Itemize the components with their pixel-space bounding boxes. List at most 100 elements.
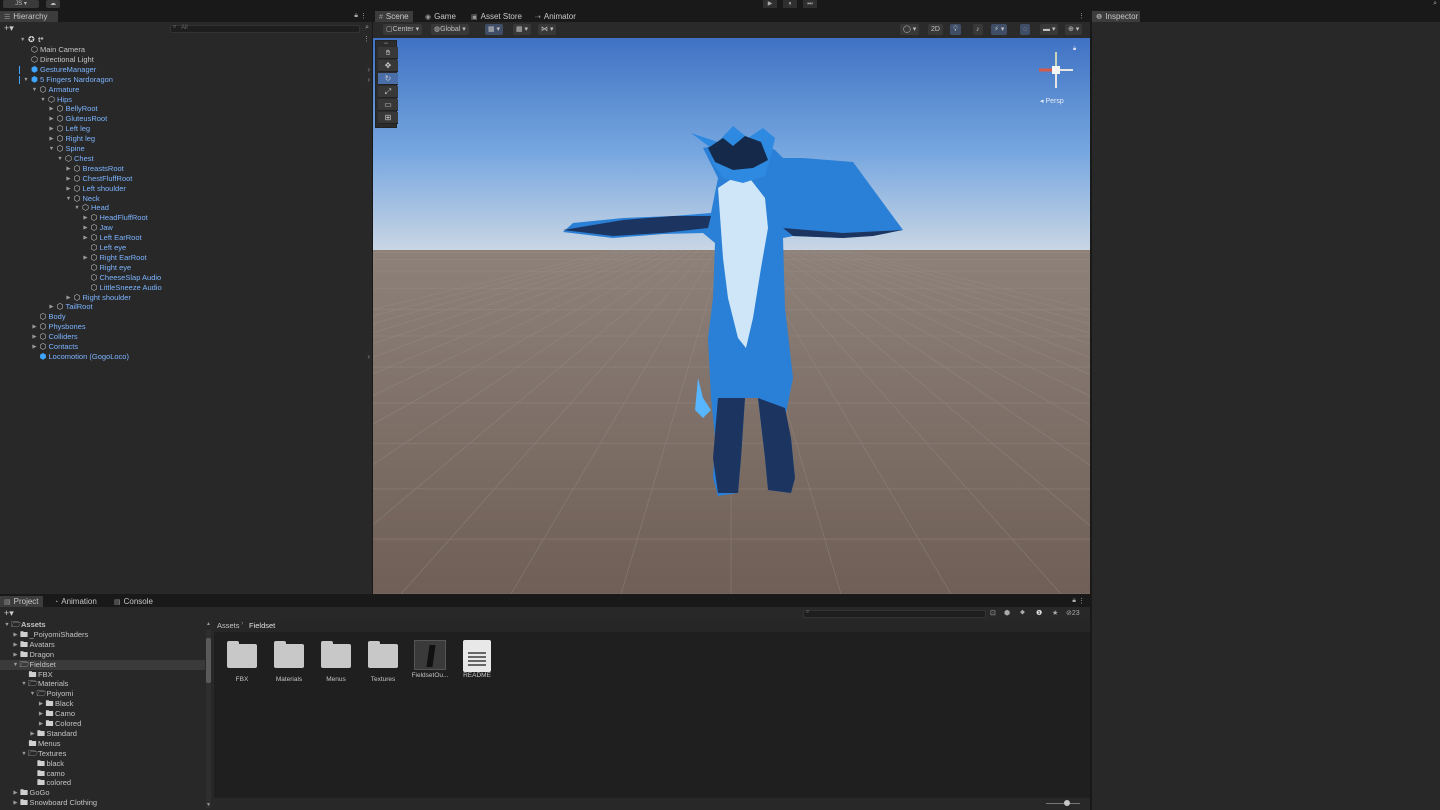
pivot-global-dropdown[interactable]: ◍Global ▾	[431, 24, 469, 35]
folder-tree-item[interactable]: ▶ 🖿︎ Colored	[0, 719, 205, 729]
collapse-arrow-icon[interactable]: ▼	[48, 144, 56, 154]
expand-arrow-icon[interactable]: ▶	[31, 332, 39, 342]
hierarchy-item[interactable]: ⬡ LittleSneeze Audio	[0, 283, 372, 293]
folder-tree-item[interactable]: 🖿︎ Menus	[0, 739, 205, 749]
rect-tool-icon[interactable]: ▭	[378, 99, 398, 111]
tree-scrollbar[interactable]	[206, 630, 211, 808]
visibility-toggle-icon[interactable]: ◌	[1020, 24, 1031, 35]
asset-text[interactable]: README	[457, 640, 497, 679]
tab-animation[interactable]: ◔ Animation	[50, 596, 101, 607]
expand-arrow-icon[interactable]: ▶	[12, 788, 20, 798]
collapse-arrow-icon[interactable]: ▼	[29, 689, 37, 699]
expand-arrow-icon[interactable]: ▶	[12, 650, 20, 660]
scroll-up-icon[interactable]: ▲	[206, 621, 211, 627]
persp-label[interactable]: ◂ Persp	[1040, 97, 1064, 105]
hierarchy-item[interactable]: ▶ ⬡ Colliders	[0, 332, 372, 342]
expand-arrow-icon[interactable]: ▶	[48, 302, 56, 312]
collapse-arrow-icon[interactable]: ▼	[56, 154, 64, 164]
folder-tree-item[interactable]: ▶ 🖿︎ Avatars	[0, 640, 205, 650]
folder-tree-item[interactable]: ▶ 🖿︎ Black	[0, 699, 205, 709]
audio-toggle-icon[interactable]: ♪	[973, 24, 983, 35]
hierarchy-item[interactable]: ▼ ⬡ Spine	[0, 144, 372, 154]
add-object-button[interactable]: +▾	[4, 23, 14, 34]
folder-tree-item[interactable]: ▼🗁︎Poiyomi	[0, 689, 205, 699]
drag-handle[interactable]: ═	[376, 41, 396, 47]
hierarchy-item[interactable]: ▶ ⬡ Contacts	[0, 342, 372, 352]
lighting-toggle-icon[interactable]: 💡︎	[950, 24, 961, 35]
transform-tool-icon[interactable]: ⊞	[378, 112, 398, 124]
increment-snap-button[interactable]: ⋈ ▾	[538, 24, 557, 35]
snap-settings-button[interactable]: ▦ ▾	[513, 24, 532, 35]
hierarchy-item[interactable]: ▼ ⬢ 5 Fingers Nardoragon ›	[0, 75, 372, 85]
tab-project[interactable]: ▤ Project	[0, 596, 43, 607]
expand-arrow-icon[interactable]: ▶	[48, 104, 56, 114]
hierarchy-item[interactable]: ▶ ⬡ GluteusRoot	[0, 114, 372, 124]
rotate-tool-icon[interactable]: ↻	[378, 73, 398, 85]
prefab-open-chevron-icon[interactable]: ›	[367, 352, 370, 362]
folder-tree-item[interactable]: ▼🗁︎Textures	[0, 749, 205, 759]
hand-tool-icon[interactable]: ✋︎	[378, 47, 398, 59]
hierarchy-item[interactable]: ▶ ⬡ HeadFluffRoot	[0, 213, 372, 223]
folder-tree-item[interactable]: 🖿︎ camo	[0, 769, 205, 779]
scene-viewport[interactable]: ◂ Persp 🔒︎ ═ ✋︎ ✥ ↻ ⤢ ▭ ⊞	[373, 38, 1090, 594]
collapse-arrow-icon[interactable]: ▼	[3, 620, 11, 630]
asset-folder[interactable]: Menus	[316, 640, 356, 683]
scene-root-row[interactable]: ▼ ✪ t*	[0, 35, 372, 45]
toggle-2d-button[interactable]: 2D	[928, 24, 943, 35]
collapse-arrow-icon[interactable]: ▼	[22, 75, 30, 85]
folder-tree-item[interactable]: 🖿︎ colored	[0, 778, 205, 788]
collapse-arrow-icon[interactable]: ▼	[65, 194, 73, 204]
hierarchy-search-input[interactable]: ⌕ All	[170, 24, 360, 33]
folder-tree-item[interactable]: ▶ 🖿︎ _PoiyomiShaders	[0, 630, 205, 640]
expand-arrow-icon[interactable]: ▶	[12, 640, 20, 650]
search-by-label-icon[interactable]: ⬢	[1004, 609, 1010, 617]
hierarchy-item[interactable]: ▶ ⬡ Right shoulder	[0, 293, 372, 303]
hierarchy-item[interactable]: ▶ ⬡ Left shoulder	[0, 184, 372, 194]
asset-folder[interactable]: Textures	[363, 640, 403, 683]
cloud-icon[interactable]: ☁	[46, 0, 60, 8]
expand-arrow-icon[interactable]: ▶	[37, 699, 45, 709]
camera-settings-dropdown[interactable]: ▬ ▾	[1040, 24, 1059, 35]
hierarchy-item[interactable]: ⬢ Locomotion (GogoLoco) ›	[0, 352, 372, 362]
tab-asset-store[interactable]: ▣ Asset Store	[467, 11, 526, 22]
asset-prefab[interactable]: FieldsetOu...	[410, 640, 450, 679]
folder-tree-item[interactable]: ▶ 🖿︎ Camo	[0, 709, 205, 719]
collapse-arrow-icon[interactable]: ▼	[73, 203, 81, 213]
folder-tree-item[interactable]: ▼🗁︎Fieldset	[0, 659, 205, 670]
effects-dropdown[interactable]: ⚡︎ ▾	[991, 24, 1008, 35]
hierarchy-item[interactable]: ▼ ⬡ Armature	[0, 85, 372, 95]
breadcrumb-assets[interactable]: Assets	[217, 621, 240, 630]
more-icon[interactable]: ⋮	[1078, 12, 1085, 20]
tab-console[interactable]: ▤ Console	[110, 596, 157, 607]
expand-arrow-icon[interactable]: ▶	[12, 798, 20, 808]
expand-arrow-icon[interactable]: ▶	[48, 114, 56, 124]
hidden-packages-icon[interactable]: ⊘23	[1066, 609, 1080, 617]
zoom-slider-track[interactable]	[1046, 803, 1080, 804]
expand-arrow-icon[interactable]: ▶	[82, 223, 90, 233]
hierarchy-item[interactable]: ▶ ⬡ Physbones	[0, 322, 372, 332]
collapse-arrow-icon[interactable]: ▼	[31, 85, 39, 95]
account-button[interactable]: JS ▾	[3, 0, 39, 8]
more-icon[interactable]: ⋮	[1078, 597, 1085, 605]
breadcrumb-fieldset[interactable]: Fieldset	[249, 621, 275, 630]
tab-animator[interactable]: ⇢ Animator	[531, 11, 580, 22]
expand-arrow-icon[interactable]: ▶	[29, 729, 37, 739]
hierarchy-item[interactable]: ⬡ Right eye	[0, 263, 372, 273]
expand-arrow-icon[interactable]: ▶	[65, 293, 73, 303]
expand-arrow-icon[interactable]: ▶	[82, 213, 90, 223]
expand-arrow-icon[interactable]: ▶	[31, 342, 39, 352]
pivot-center-dropdown[interactable]: ▢Center ▾	[383, 24, 423, 35]
create-asset-button[interactable]: +▾	[4, 608, 14, 619]
hierarchy-item[interactable]: ⬡ Main Camera	[0, 45, 372, 55]
tab-inspector[interactable]: ❶ Inspector	[1092, 11, 1140, 22]
search-by-type-icon[interactable]: ⊡	[990, 609, 996, 617]
scale-tool-icon[interactable]: ⤢	[378, 86, 398, 98]
expand-arrow-icon[interactable]: ▶	[37, 709, 45, 719]
expand-arrow-icon[interactable]: ▶	[48, 124, 56, 134]
scrollbar-thumb[interactable]	[206, 638, 211, 683]
expand-arrow-icon[interactable]: ▶	[12, 630, 20, 640]
gizmos-dropdown[interactable]: ⊕ ▾	[1065, 24, 1083, 35]
prefab-open-chevron-icon[interactable]: ›	[367, 75, 370, 85]
prefab-open-chevron-icon[interactable]: ›	[367, 65, 370, 75]
hierarchy-item[interactable]: ⬡ Directional Light	[0, 55, 372, 65]
